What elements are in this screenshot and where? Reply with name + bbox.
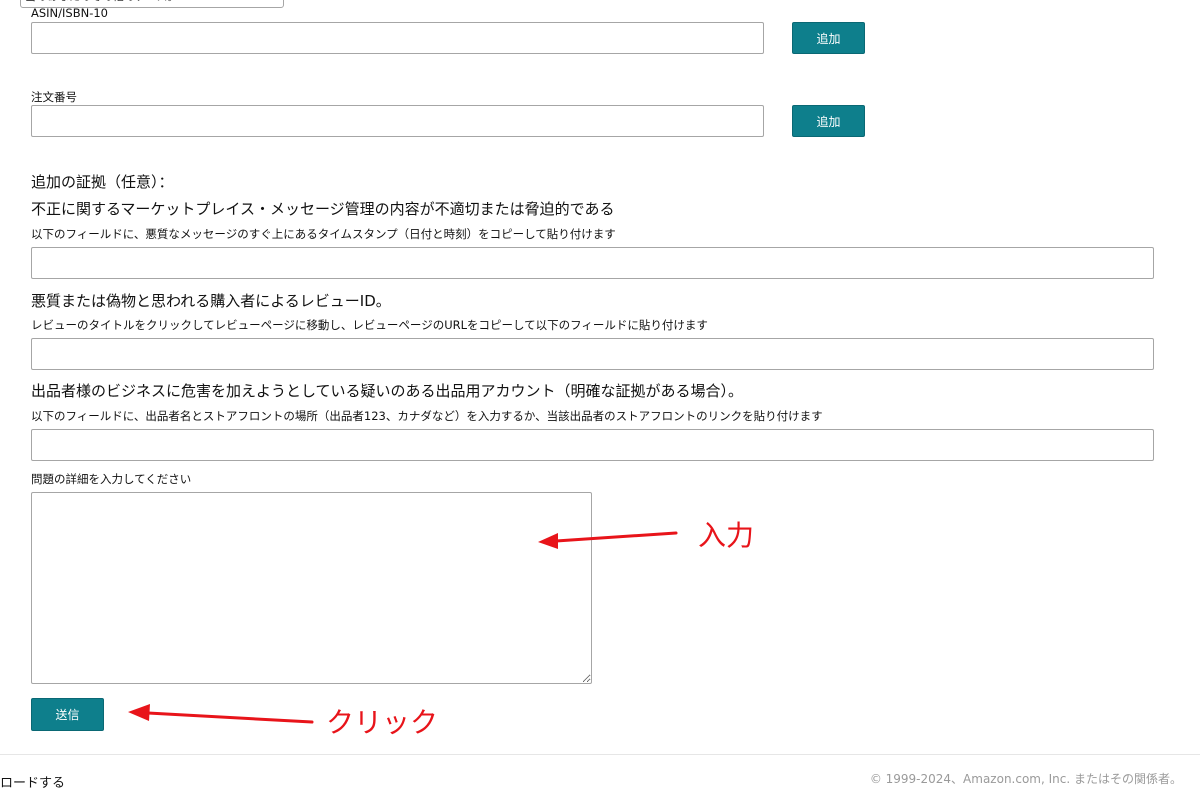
footer-divider bbox=[0, 754, 1200, 755]
input-annotation-label: 入力 bbox=[698, 519, 755, 552]
footer-left-link[interactable]: ロードする bbox=[0, 772, 65, 791]
footer-copyright: © 1999-2024、Amazon.com, Inc. またはその関係者。 bbox=[869, 772, 1182, 786]
click-annotation-label: クリック bbox=[326, 706, 439, 739]
input-arrow-icon bbox=[538, 531, 678, 549]
annotation-arrows bbox=[128, 531, 678, 724]
click-arrow-icon bbox=[128, 704, 314, 724]
